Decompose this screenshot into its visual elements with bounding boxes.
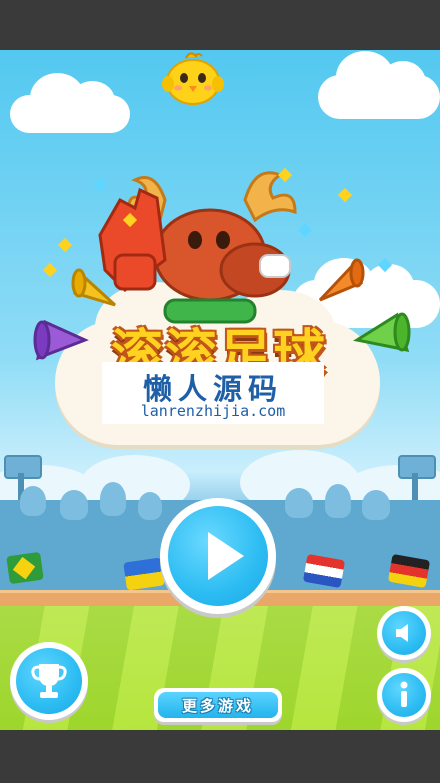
trophy-icon xyxy=(31,664,67,698)
info-button[interactable] xyxy=(377,668,431,722)
play-icon xyxy=(208,532,244,580)
sparkle-icon xyxy=(337,187,353,203)
ukraine-flag-icon xyxy=(123,557,165,591)
moose-mascot-icon xyxy=(98,171,297,324)
leaderboard-button-face xyxy=(16,648,82,714)
speaker-icon xyxy=(396,624,408,642)
game-screen: 滚滚足球 懒人源码 lanrenzhijia.com 更多游戏 xyxy=(0,50,440,730)
watermark-url: lanrenzhijia.com xyxy=(140,402,286,420)
sparkle-icon xyxy=(42,262,58,278)
sparkle-icon xyxy=(57,237,73,253)
green-horn-icon xyxy=(353,312,411,352)
chick-mascot-icon xyxy=(162,52,224,105)
purple-horn-icon xyxy=(33,319,89,361)
info-icon xyxy=(400,681,408,707)
sound-button-face xyxy=(382,611,426,655)
info-button-face xyxy=(382,673,426,717)
more-games-label: 更多游戏 xyxy=(181,697,254,715)
sky-cloud xyxy=(10,73,130,133)
bottom-letterbox xyxy=(0,730,440,783)
more-games-button-face: 更多游戏 xyxy=(158,692,278,718)
brazil-flag-icon xyxy=(6,551,44,585)
play-button[interactable] xyxy=(160,498,276,614)
orange-horn-icon xyxy=(318,258,365,302)
more-games-button[interactable]: 更多游戏 xyxy=(154,688,282,722)
watermark: 懒人源码 lanrenzhijia.com xyxy=(102,362,324,424)
play-button-face xyxy=(168,506,268,606)
sound-toggle-button[interactable] xyxy=(377,606,431,660)
leaderboard-button[interactable] xyxy=(10,642,88,720)
sky-cloud xyxy=(318,51,440,119)
yellow-horn-icon xyxy=(71,268,117,307)
top-letterbox xyxy=(0,0,440,50)
